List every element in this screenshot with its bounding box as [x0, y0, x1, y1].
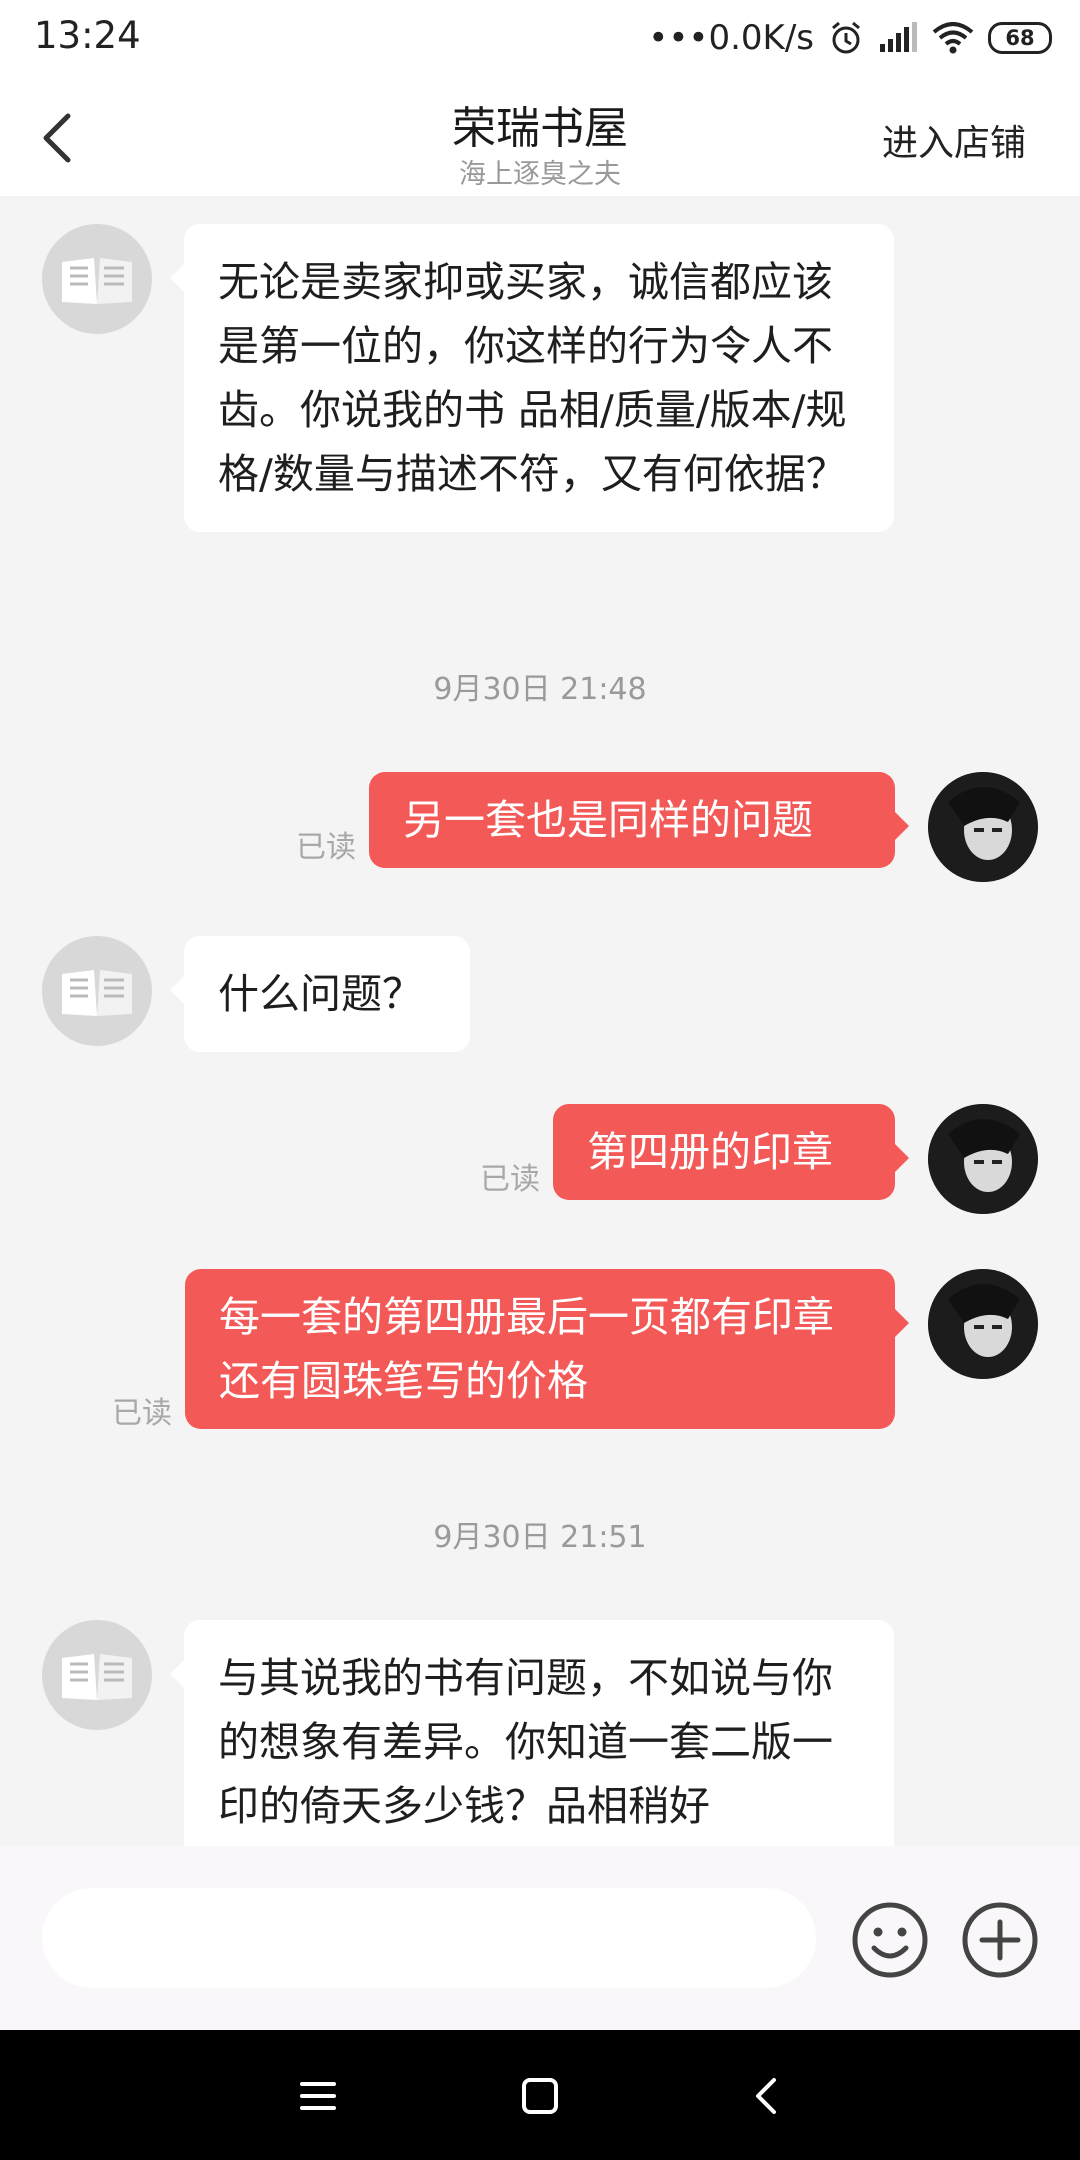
chat-message-list[interactable]: 无论是卖家抑或买家，诚信都应该是第一位的，你这样的行为令人不齿。你说我的书 品相…: [0, 196, 1080, 1846]
book-icon: [62, 1654, 132, 1700]
chat-header: 荣瑞书屋 海上逐臭之夫 进入店铺: [0, 76, 1080, 196]
message-input[interactable]: [42, 1888, 816, 1988]
read-status: 已读: [296, 830, 356, 865]
network-speed: •••0.0K/s: [648, 18, 814, 58]
back-icon[interactable]: [738, 2066, 798, 2126]
read-status: 已读: [112, 1396, 172, 1431]
my-avatar[interactable]: [928, 772, 1038, 882]
wifi-icon: [932, 22, 974, 54]
user-avatar-icon: [928, 772, 1038, 882]
user-avatar-icon: [928, 1104, 1038, 1214]
message-bubble-incoming[interactable]: 什么问题？: [170, 936, 470, 1052]
message-bubble-outgoing[interactable]: 第四册的印章: [553, 1104, 909, 1200]
enter-store-link[interactable]: 进入店铺: [882, 114, 1026, 166]
plus-circle-icon[interactable]: [960, 1900, 1040, 1980]
status-icons: •••0.0K/s 68: [648, 16, 1052, 60]
message-input-bar: [0, 1846, 1080, 2030]
status-bar: 13:24 •••0.0K/s 68: [0, 0, 1080, 76]
status-time: 13:24: [34, 14, 141, 57]
user-avatar-icon: [928, 1269, 1038, 1379]
alarm-icon: [832, 21, 860, 54]
message-bubble-outgoing[interactable]: 每一套的第四册最后一页都有印章还有圆珠笔写的价格: [185, 1269, 909, 1429]
my-avatar[interactable]: [928, 1104, 1038, 1214]
message-timestamp: 9月30日 21:48: [433, 672, 647, 707]
seller-avatar[interactable]: [42, 224, 152, 334]
signal-icon: [880, 22, 917, 52]
book-icon: [62, 970, 132, 1016]
book-icon: [62, 258, 132, 304]
my-avatar[interactable]: [928, 1269, 1038, 1379]
message-bubble-outgoing[interactable]: 另一套也是同样的问题: [369, 772, 909, 868]
message-bubble-incoming[interactable]: 无论是卖家抑或买家，诚信都应该是第一位的，你这样的行为令人不齿。你说我的书 品相…: [170, 224, 894, 532]
seller-avatar[interactable]: [42, 936, 152, 1046]
home-square-icon[interactable]: [510, 2066, 570, 2126]
seller-avatar[interactable]: [42, 1620, 152, 1730]
message-bubble-incoming[interactable]: 与其说我的书有问题，不如说与你的想象有差异。你知道一套二版一印的倚天多少钱？品相…: [170, 1620, 894, 1846]
battery-icon: 68: [988, 22, 1052, 54]
system-nav-bar: [0, 2030, 1080, 2160]
read-status: 已读: [480, 1162, 540, 1197]
menu-icon[interactable]: [288, 2066, 348, 2126]
smiley-icon[interactable]: [850, 1900, 930, 1980]
message-timestamp: 9月30日 21:51: [433, 1520, 647, 1555]
